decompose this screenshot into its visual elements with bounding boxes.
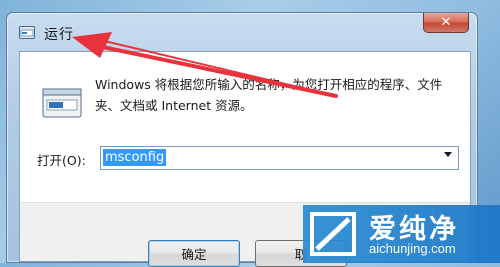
command-combobox[interactable]: msconfig xyxy=(100,146,459,170)
window-title: 运行 xyxy=(44,27,74,43)
dialog-content: Windows 将根据您所输入的名称，为您打开相应的程序、文件夹、文档或 Int… xyxy=(20,52,470,202)
close-icon: ✕ xyxy=(440,15,452,30)
watermark: 爱纯净 aichunjing.com xyxy=(303,205,500,263)
watermark-logo-icon xyxy=(310,212,356,256)
dialog-description: Windows 将根据您所输入的名称，为您打开相应的程序、文件夹、文档或 Int… xyxy=(95,77,443,113)
chevron-down-icon[interactable] xyxy=(444,152,452,157)
open-label: 打开(O): xyxy=(37,153,86,168)
watermark-url: aichunjing.com xyxy=(369,241,456,256)
run-dialog-icon xyxy=(19,26,35,39)
close-button[interactable]: ✕ xyxy=(423,13,469,33)
command-input[interactable]: msconfig xyxy=(103,149,167,166)
run-program-icon xyxy=(42,88,82,118)
title-bar[interactable]: 运行 ✕ xyxy=(7,13,477,51)
